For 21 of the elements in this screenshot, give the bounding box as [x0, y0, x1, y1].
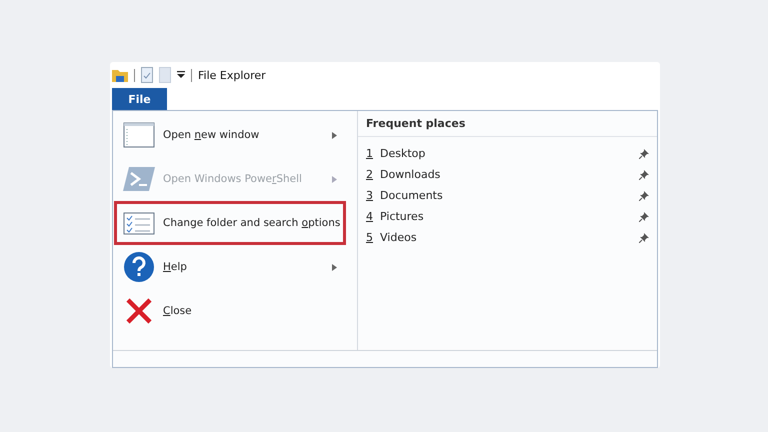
menu-item[interactable]: Change folder and search options	[114, 201, 346, 245]
place-item[interactable]: 5 Videos	[358, 227, 657, 248]
pin-icon[interactable]	[639, 190, 649, 200]
place-item[interactable]: 4 Pictures	[358, 206, 657, 227]
pin-icon[interactable]	[639, 148, 649, 158]
menu-item[interactable]: Open new window	[114, 113, 346, 157]
menu-item[interactable]: Help	[114, 245, 346, 289]
place-item[interactable]: 3 Documents	[358, 185, 657, 206]
pin-icon[interactable]	[639, 170, 649, 180]
help-icon	[123, 251, 155, 283]
place-item[interactable]: 2 Downloads	[358, 164, 657, 185]
section-heading: Frequent places	[358, 111, 657, 137]
checkbox-icon[interactable]	[141, 67, 153, 83]
place-item[interactable]: 1 Desktop	[358, 143, 657, 164]
window-title: File Explorer	[198, 68, 266, 82]
pin-icon[interactable]	[639, 212, 649, 222]
dropdown-icon[interactable]	[177, 71, 185, 79]
pin-icon[interactable]	[639, 232, 649, 242]
folder-icon[interactable]	[112, 68, 128, 82]
menu-item[interactable]: Close	[114, 289, 346, 333]
file-tab[interactable]: File	[112, 88, 167, 110]
